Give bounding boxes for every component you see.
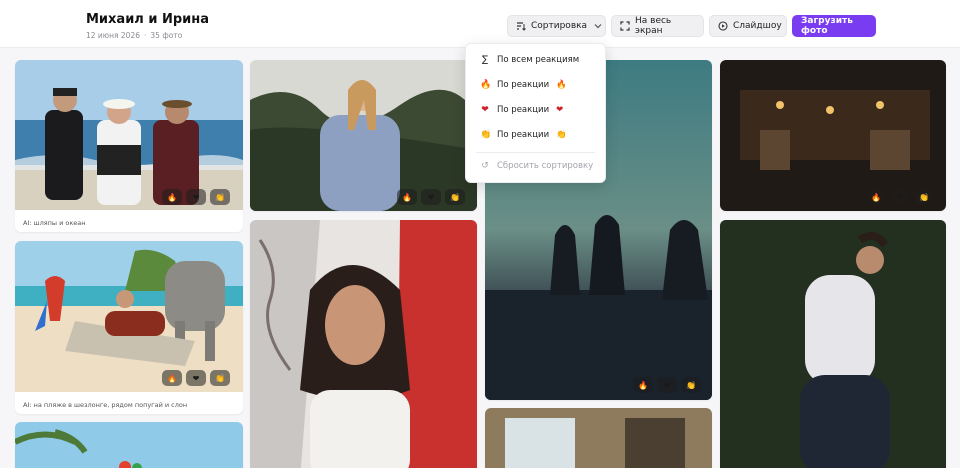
fire-reaction-button[interactable]: 🔥 xyxy=(397,189,417,205)
heart-icon: ❤ xyxy=(481,105,489,115)
chevron-down-icon xyxy=(594,23,602,29)
reaction-bar: 🔥 ❤ 👏 xyxy=(633,377,701,393)
sort-by-heart-reaction[interactable]: ❤ По реакции ❤ xyxy=(480,105,563,115)
upload-photo-button[interactable]: Загрузить фото xyxy=(792,15,876,37)
fire-icon: 🔥 xyxy=(556,80,567,90)
photo-beach-friends xyxy=(15,60,243,210)
album-meta: 12 июня 2026 · 35 фото xyxy=(86,31,182,40)
fire-reaction-button[interactable]: 🔥 xyxy=(162,370,182,386)
menu-divider xyxy=(476,152,595,153)
fire-reaction-button[interactable]: 🔥 xyxy=(162,189,182,205)
photo-card[interactable]: 🔥 ❤ 👏 xyxy=(250,60,477,211)
sort-option-label: По реакции xyxy=(497,80,550,90)
slideshow-button[interactable]: Слайдшоу xyxy=(709,15,787,37)
fullscreen-button[interactable]: На весь экран xyxy=(611,15,704,37)
photo-card[interactable]: 🔥 ❤ 👏 AI: на пляже в шезлонге, рядом поп… xyxy=(15,241,243,414)
photo-card[interactable] xyxy=(485,408,712,468)
photo-card[interactable] xyxy=(15,422,243,468)
play-circle-icon xyxy=(718,21,728,31)
photo-card[interactable] xyxy=(720,220,946,468)
meta-separator: · xyxy=(144,31,147,40)
sort-by-clap-reaction[interactable]: 👏 По реакции 👏 xyxy=(480,130,567,140)
page-header: Михаил и Ирина 12 июня 2026 · 35 фото Сорт… xyxy=(0,0,960,48)
photo-window-room xyxy=(485,408,712,468)
sort-button-label: Сортировка xyxy=(531,21,588,31)
heart-reaction-button[interactable]: ❤ xyxy=(657,377,677,393)
reaction-bar: 🔥 ❤ 👏 xyxy=(866,189,934,205)
fire-reaction-button[interactable]: 🔥 xyxy=(866,189,886,205)
fire-reaction-button[interactable]: 🔥 xyxy=(633,377,653,393)
album-title: Михаил и Ирина xyxy=(86,12,210,27)
slideshow-button-label: Слайдшоу xyxy=(733,21,782,31)
photo-count: 35 фото xyxy=(150,31,183,40)
clap-reaction-button[interactable]: 👏 xyxy=(445,189,465,205)
sort-option-label: По реакции xyxy=(497,130,550,140)
sort-by-all-reactions[interactable]: ∑ По всем реакциям xyxy=(480,55,579,65)
sort-option-label: По всем реакциям xyxy=(497,55,580,65)
sort-dropdown-menu: ∑ По всем реакциям 🔥 По реакции 🔥 ❤ По р… xyxy=(465,43,606,183)
reaction-bar: 🔥 ❤ 👏 xyxy=(162,189,230,205)
sort-icon xyxy=(516,21,526,31)
photo-caption: AI: шляпы и океан xyxy=(23,219,86,227)
clap-reaction-button[interactable]: 👏 xyxy=(681,377,701,393)
reset-sort-button[interactable]: ↺ Сбросить сортировку xyxy=(480,161,593,171)
clap-reaction-button[interactable]: 👏 xyxy=(210,370,230,386)
clap-icon: 👏 xyxy=(556,130,567,140)
sort-by-fire-reaction[interactable]: 🔥 По реакции 🔥 xyxy=(480,80,567,90)
heart-reaction-button[interactable]: ❤ xyxy=(421,189,441,205)
sort-option-label: По реакции xyxy=(497,105,550,115)
heart-icon: ❤ xyxy=(556,105,564,115)
album-date: 12 июня 2026 xyxy=(86,31,141,40)
sigma-icon: ∑ xyxy=(481,55,489,65)
sort-button[interactable]: Сортировка xyxy=(507,15,606,37)
reaction-bar: 🔥 ❤ 👏 xyxy=(162,370,230,386)
heart-reaction-button[interactable]: ❤ xyxy=(186,370,206,386)
photo-caption: AI: на пляже в шезлонге, рядом попугай и… xyxy=(23,401,188,409)
heart-reaction-button[interactable]: ❤ xyxy=(890,189,910,205)
clap-reaction-button[interactable]: 👏 xyxy=(210,189,230,205)
reset-icon: ↺ xyxy=(481,161,489,171)
clap-icon: 👏 xyxy=(480,130,492,140)
photo-card[interactable] xyxy=(250,220,477,468)
photo-woman-portrait xyxy=(250,220,477,468)
reset-sort-label: Сбросить сортировку xyxy=(497,161,594,171)
heart-reaction-button[interactable]: ❤ xyxy=(186,189,206,205)
clap-reaction-button[interactable]: 👏 xyxy=(914,189,934,205)
reaction-bar: 🔥 ❤ 👏 xyxy=(397,189,465,205)
photo-card[interactable]: 🔥 ❤ 👏 AI: шляпы и океан xyxy=(15,60,243,232)
fire-icon: 🔥 xyxy=(480,80,492,90)
photo-beach-parrots xyxy=(15,422,243,468)
fullscreen-button-label: На весь экран xyxy=(635,16,672,36)
fullscreen-icon xyxy=(620,21,630,31)
photo-man-grass xyxy=(720,220,946,468)
photo-card[interactable]: 🔥 ❤ 👏 xyxy=(720,60,946,211)
